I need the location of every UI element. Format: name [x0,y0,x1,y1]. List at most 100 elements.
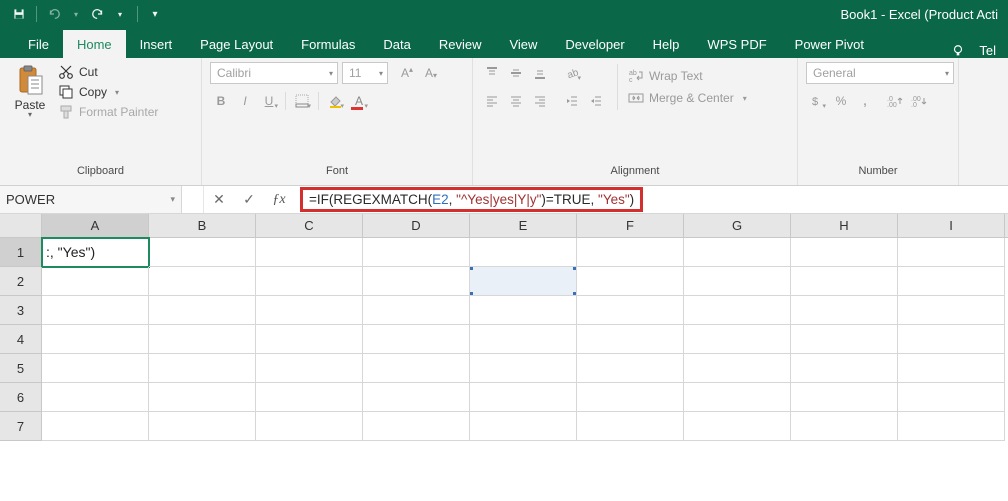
italic-button[interactable]: I [234,90,256,112]
bold-button[interactable]: B [210,90,232,112]
cell-f2[interactable] [577,267,684,296]
paste-dropdown-icon[interactable]: ▾ [28,110,32,119]
cell-a2[interactable] [42,267,149,296]
cell-e1[interactable] [470,238,577,267]
align-center-button[interactable] [505,90,527,112]
row-header-2[interactable]: 2 [0,267,42,296]
cut-button[interactable]: Cut [58,64,158,80]
align-top-button[interactable] [481,62,503,84]
cell[interactable] [470,412,577,441]
cell[interactable] [898,354,1005,383]
font-size-combo[interactable]: 11▾ [342,62,388,84]
cell-g1[interactable] [684,238,791,267]
cell-resize-handle[interactable] [470,267,473,270]
qat-customize-icon[interactable]: ▾ [146,5,164,23]
cell[interactable] [42,296,149,325]
cell[interactable] [42,354,149,383]
formula-input[interactable]: =IF(REGEXMATCH(E2, "^Yes|yes|Y|y")=TRUE,… [300,187,643,212]
cell[interactable] [42,325,149,354]
cell-b1[interactable] [149,238,256,267]
row-header-7[interactable]: 7 [0,412,42,441]
redo-icon[interactable] [89,5,107,23]
increase-decimal-button[interactable]: .0.00 [884,90,906,112]
fill-color-button[interactable]: ▾ [324,90,346,112]
tell-me-label[interactable]: Tel [979,43,996,58]
cell-i2[interactable] [898,267,1005,296]
cell[interactable] [684,354,791,383]
cell-e2[interactable] [470,267,577,296]
col-header-c[interactable]: C [256,214,363,237]
col-header-a[interactable]: A [42,214,149,237]
tab-home[interactable]: Home [63,30,126,58]
insert-function-button[interactable]: ƒx [264,192,294,208]
cell[interactable] [42,383,149,412]
cell[interactable] [42,412,149,441]
cell[interactable] [684,325,791,354]
align-middle-button[interactable] [505,62,527,84]
tab-developer[interactable]: Developer [551,30,638,58]
cell[interactable] [791,412,898,441]
spreadsheet-grid[interactable]: A B C D E F G H I 1 :, "Yes") 2 [0,214,1008,441]
cell-c1[interactable] [256,238,363,267]
cell[interactable] [256,412,363,441]
cell[interactable] [684,296,791,325]
row-header-3[interactable]: 3 [0,296,42,325]
tab-page-layout[interactable]: Page Layout [186,30,287,58]
cell[interactable] [577,383,684,412]
cell[interactable] [791,354,898,383]
cell[interactable] [363,325,470,354]
cell[interactable] [149,412,256,441]
cell[interactable] [363,383,470,412]
cell[interactable] [791,296,898,325]
orientation-button[interactable]: ab▾ [561,62,583,84]
cell-h2[interactable] [791,267,898,296]
align-right-button[interactable] [529,90,551,112]
cell[interactable] [577,412,684,441]
cell[interactable] [470,383,577,412]
select-all-corner[interactable] [0,214,42,237]
cell[interactable] [470,296,577,325]
cell[interactable] [684,412,791,441]
cell-d1[interactable] [363,238,470,267]
tab-file[interactable]: File [14,30,63,58]
cell-resize-handle[interactable] [573,292,577,296]
font-color-button[interactable]: A▾ [348,90,370,112]
cell[interactable] [684,383,791,412]
tab-insert[interactable]: Insert [126,30,187,58]
comma-button[interactable]: , [854,90,876,112]
cell[interactable] [470,325,577,354]
copy-dropdown-icon[interactable]: ▾ [115,88,119,97]
cell-d2[interactable] [363,267,470,296]
cell[interactable] [898,412,1005,441]
cell[interactable] [898,325,1005,354]
cell[interactable] [577,354,684,383]
accounting-format-button[interactable]: $▾ [806,90,828,112]
cell[interactable] [363,412,470,441]
tab-power-pivot[interactable]: Power Pivot [781,30,878,58]
enter-formula-button[interactable]: ✓ [234,191,264,208]
cell-resize-handle[interactable] [573,267,577,270]
row-header-6[interactable]: 6 [0,383,42,412]
paste-button[interactable]: Paste ▾ [8,62,52,163]
cell[interactable] [256,325,363,354]
percent-button[interactable]: % [830,90,852,112]
decrease-indent-button[interactable] [561,90,583,112]
cell[interactable] [256,383,363,412]
undo-icon[interactable] [45,5,63,23]
row-header-4[interactable]: 4 [0,325,42,354]
cell[interactable] [898,296,1005,325]
cell[interactable] [256,296,363,325]
font-name-combo[interactable]: Calibri▾ [210,62,338,84]
cell-b2[interactable] [149,267,256,296]
tab-view[interactable]: View [495,30,551,58]
tab-data[interactable]: Data [369,30,424,58]
cell-a1[interactable]: :, "Yes") [42,238,149,267]
wrap-text-button[interactable]: abc Wrap Text [628,68,747,84]
cell[interactable] [149,383,256,412]
row-header-1[interactable]: 1 [0,238,42,267]
format-painter-button[interactable]: Format Painter [58,104,158,120]
col-header-f[interactable]: F [577,214,684,237]
cell[interactable] [363,354,470,383]
increase-font-button[interactable]: A▴ [396,62,418,84]
cell[interactable] [898,383,1005,412]
